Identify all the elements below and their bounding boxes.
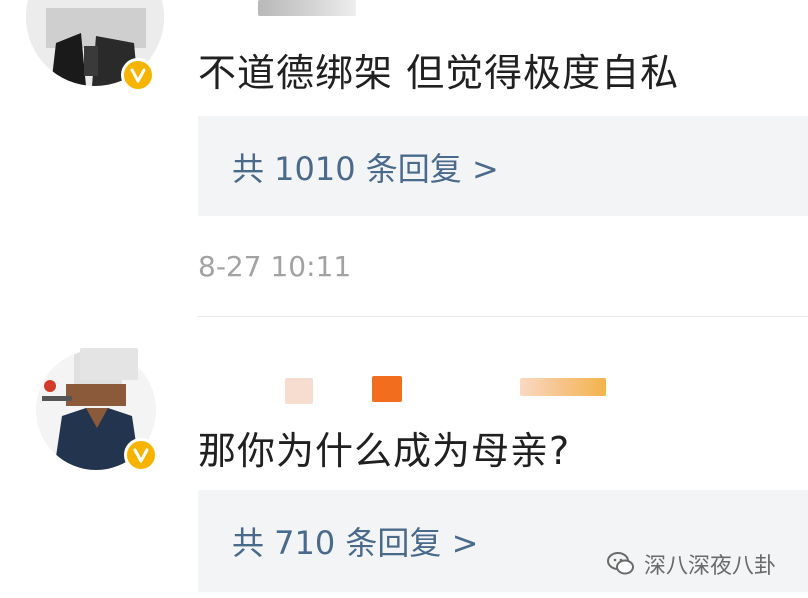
watermark-text: 深八深夜八卦 <box>644 554 777 579</box>
replies-link[interactable]: 共 710 条回复 > <box>232 518 478 564</box>
verified-badge-icon <box>121 58 155 92</box>
divider <box>198 316 808 317</box>
comment-text: 那你为什么成为母亲? <box>198 429 571 473</box>
replies-link[interactable]: 共 1010 条回复 > <box>232 144 499 190</box>
wechat-watermark-icon <box>607 552 634 575</box>
username-blurred <box>80 348 138 380</box>
username-blurred <box>520 378 606 396</box>
timestamp: 8-27 10:11 <box>198 250 352 283</box>
watermark: 深八深夜八卦 <box>606 548 776 580</box>
replies-box[interactable]: 共 1010 条回复 > <box>198 116 808 216</box>
username-blurred <box>372 376 402 402</box>
username-blurred <box>258 0 356 16</box>
comment-text: 不道德绑架 但觉得极度自私 <box>198 51 680 95</box>
verified-badge-icon <box>124 438 158 472</box>
username-blurred <box>285 378 313 404</box>
